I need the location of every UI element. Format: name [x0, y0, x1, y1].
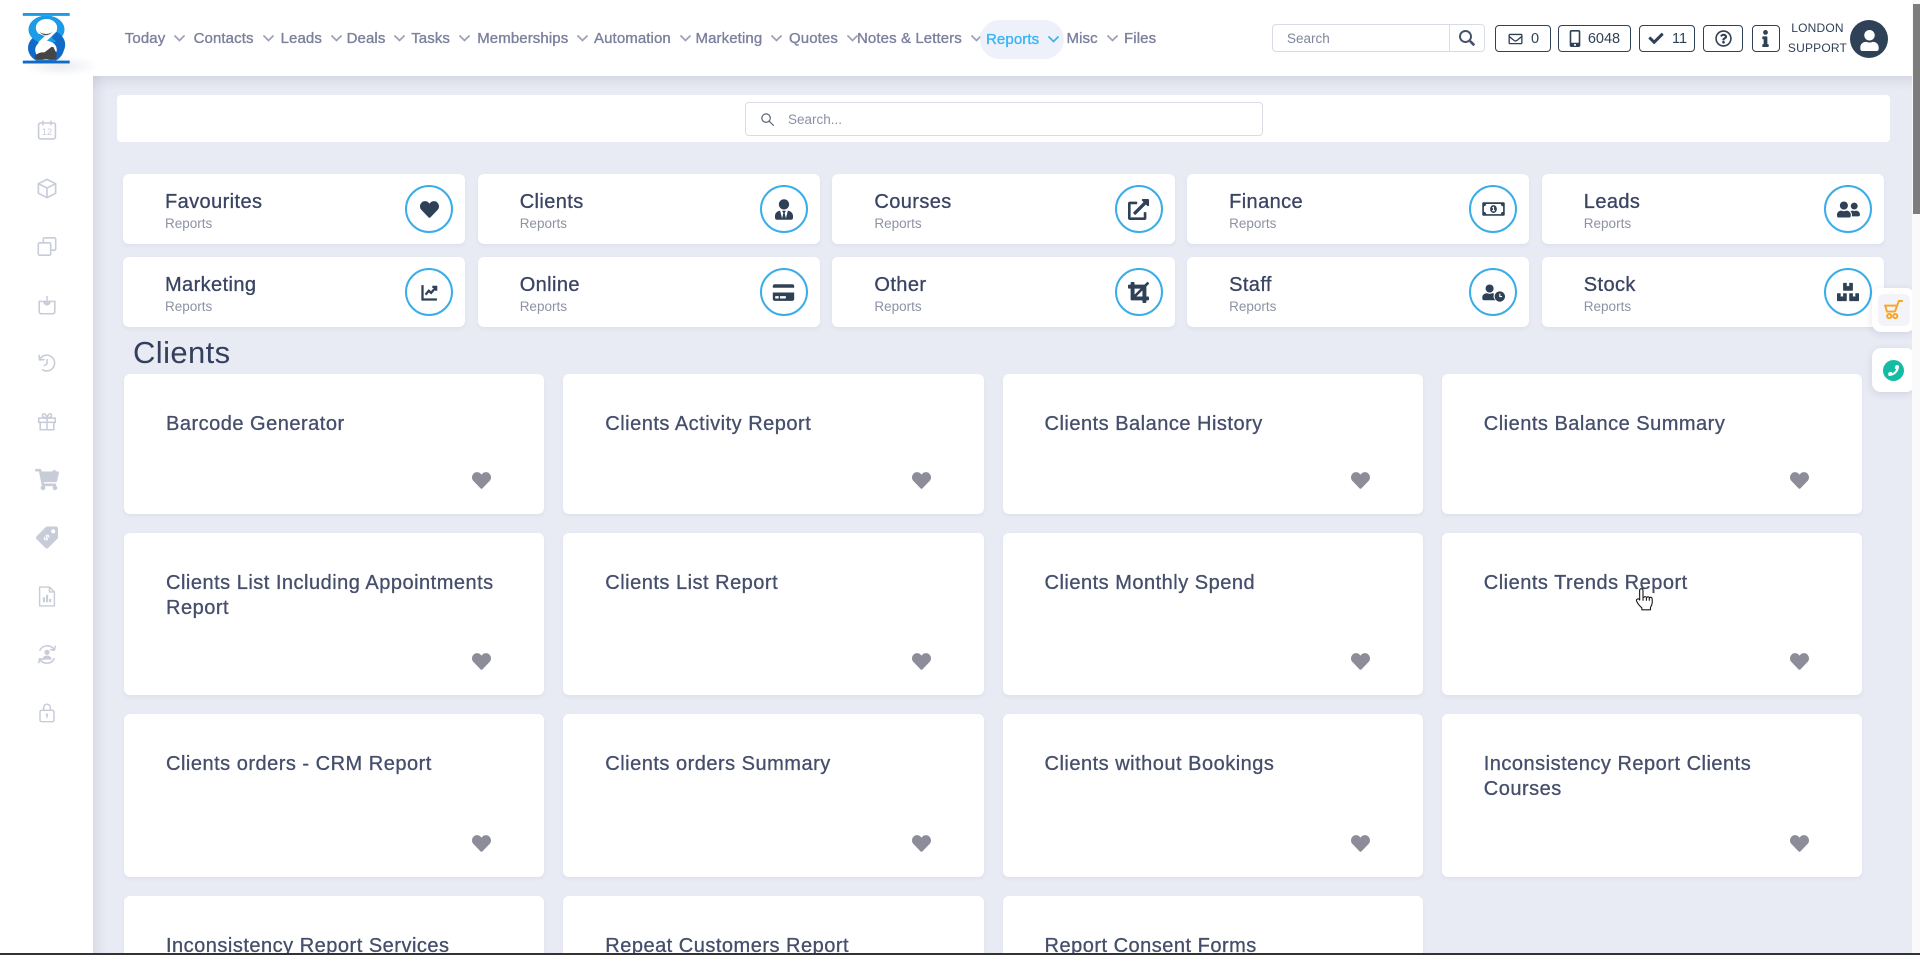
- svg-text:12: 12: [42, 127, 52, 137]
